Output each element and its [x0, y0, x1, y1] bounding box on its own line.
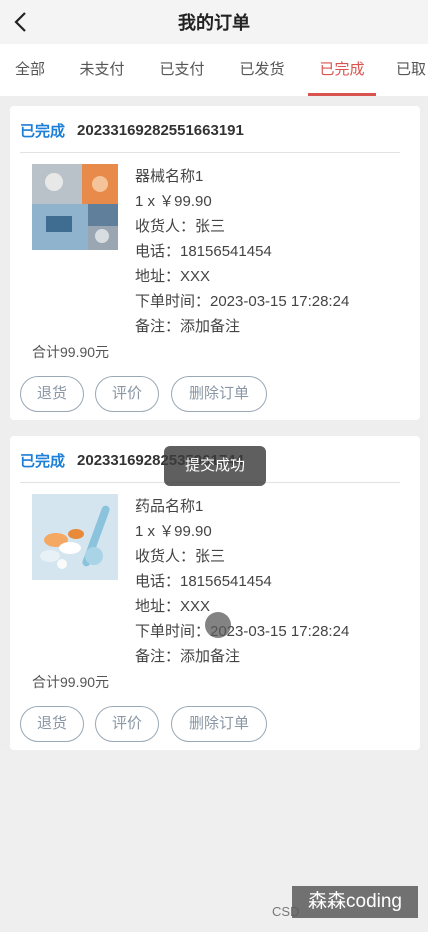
- tab-unpaid[interactable]: 未支付: [70, 44, 134, 96]
- remark: 备注：添加备注: [135, 318, 241, 335]
- order-time: 下单时间：2023-03-15 17:28:24: [135, 623, 350, 640]
- divider: [20, 152, 400, 153]
- header-bar: 我的订单: [0, 0, 428, 44]
- tab-completed[interactable]: 已完成: [308, 44, 376, 96]
- tab-cancelled[interactable]: 已取: [396, 44, 428, 96]
- tab-all[interactable]: 全部: [4, 44, 56, 96]
- tab-label: 未支付: [79, 61, 125, 78]
- watermark: 森森coding: [292, 886, 418, 918]
- delete-order-button[interactable]: 删除订单: [171, 706, 267, 742]
- product-name: 器械名称1: [135, 168, 204, 185]
- order-card: 已完成 20233169282551663191 器械名称1 1 x ￥99.9…: [10, 106, 420, 420]
- tab-label: 已支付: [159, 61, 205, 78]
- return-button[interactable]: 退货: [20, 376, 84, 412]
- product-name: 药品名称1: [135, 498, 204, 515]
- tab-paid[interactable]: 已支付: [150, 44, 214, 96]
- medicine-pills-image: [32, 494, 118, 580]
- order-status: 已完成: [20, 122, 66, 140]
- tab-shipped[interactable]: 已发货: [230, 44, 294, 96]
- order-details: 药品名称1 1 x ￥99.90 收货人：张三 电话：18156541454 地…: [135, 494, 349, 669]
- order-status-tabs: 全部 未支付 已支付 已发货 已完成 已取: [0, 44, 428, 96]
- product-image[interactable]: [32, 494, 118, 580]
- address: 地址：XXX: [135, 268, 211, 285]
- quantity-price: 1 x ￥99.90: [135, 523, 212, 540]
- review-button[interactable]: 评价: [95, 706, 159, 742]
- page-title: 我的订单: [178, 13, 250, 33]
- tab-label: 已取: [396, 61, 427, 78]
- order-header: 已完成 20233169282551663191: [20, 120, 400, 140]
- quantity-price: 1 x ￥99.90: [135, 193, 212, 210]
- active-tab-indicator: [308, 93, 376, 96]
- phone: 电话：18156541454: [135, 243, 272, 260]
- tab-label: 已发货: [239, 61, 285, 78]
- order-time: 下单时间：2023-03-15 17:28:24: [135, 293, 350, 310]
- review-button[interactable]: 评价: [95, 376, 159, 412]
- order-status: 已完成: [20, 452, 66, 470]
- tab-label: 全部: [14, 61, 45, 78]
- return-button[interactable]: 退货: [20, 706, 84, 742]
- medical-equipment-image: [32, 164, 118, 250]
- tab-label: 已完成: [319, 61, 365, 78]
- delete-order-button[interactable]: 删除订单: [171, 376, 267, 412]
- receiver: 收货人：张三: [135, 218, 226, 235]
- remark: 备注：添加备注: [135, 648, 241, 665]
- receiver: 收货人：张三: [135, 548, 226, 565]
- order-number: 20233169282551663191: [77, 121, 244, 139]
- order-total: 合计99.90元: [32, 344, 110, 360]
- back-button[interactable]: [6, 6, 38, 38]
- success-toast: 提交成功: [164, 446, 266, 486]
- address: 地址：XXX: [135, 598, 211, 615]
- touch-indicator: [205, 612, 231, 638]
- order-total: 合计99.90元: [32, 674, 110, 690]
- product-image[interactable]: [32, 164, 118, 250]
- chevron-left-icon: [14, 12, 26, 32]
- phone: 电话：18156541454: [135, 573, 272, 590]
- order-details: 器械名称1 1 x ￥99.90 收货人：张三 电话：18156541454 地…: [135, 164, 349, 339]
